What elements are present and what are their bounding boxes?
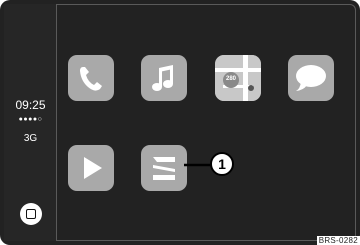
play-icon: [84, 157, 102, 179]
music-app-button[interactable]: [141, 55, 187, 101]
map-route-badge: 280: [225, 76, 236, 82]
map-icon: [215, 55, 261, 101]
home-square-icon: [26, 209, 36, 219]
message-bubble-icon: [296, 65, 326, 91]
maps-app-button[interactable]: 280: [215, 55, 261, 101]
clock: 09:25: [15, 98, 46, 112]
callout-marker: 1: [210, 152, 234, 176]
phone-app-button[interactable]: [68, 55, 114, 101]
phone-icon: [80, 67, 102, 91]
music-note-icon: [152, 65, 173, 91]
home-button[interactable]: [20, 203, 42, 225]
signal-strength: ●●●●○: [18, 116, 43, 123]
messages-app-button[interactable]: [288, 55, 334, 101]
figure-code: BRS-0282: [316, 236, 360, 245]
network-type: 3G: [23, 133, 38, 144]
carplay-screen: 09:25 ●●●●○ 3G 280 1: [0, 0, 360, 245]
podcasts-app-button[interactable]: [68, 145, 114, 191]
